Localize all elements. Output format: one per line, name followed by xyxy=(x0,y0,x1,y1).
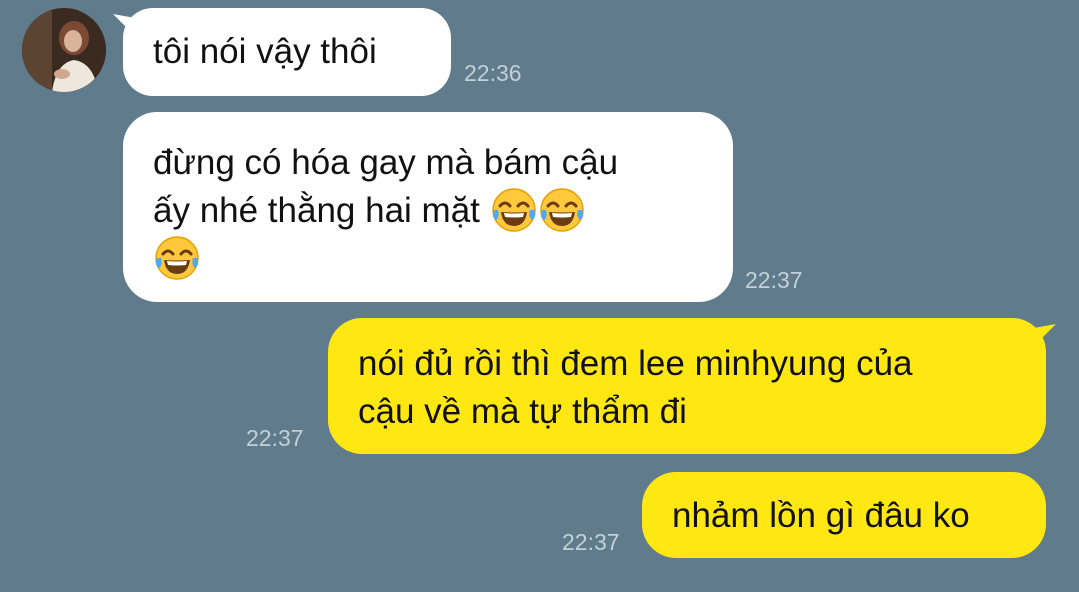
bubble-tail xyxy=(113,14,135,32)
message-text-line: đừng có hóa gay mà bám cậu xyxy=(153,143,619,182)
message-text: tôi nói vậy thôi xyxy=(153,32,377,71)
message-bubble-outgoing[interactable]: nói đủ rồi thì đem lee minhyung của cậu … xyxy=(328,318,1056,454)
message-timestamp: 22:37 xyxy=(246,425,304,451)
bubble-tail xyxy=(1034,324,1056,342)
contact-avatar[interactable] xyxy=(22,8,106,92)
message-text-line: nói đủ rồi thì đem lee minhyung của xyxy=(358,344,913,383)
message-text-line: cậu về mà tự thẩm đi xyxy=(358,392,687,431)
face-with-tears-of-joy-icon xyxy=(153,234,201,282)
message-text-line: ấy nhé thằng hai mặt xyxy=(153,191,480,230)
message-timestamp: 22:37 xyxy=(745,267,803,293)
message-bubble-incoming[interactable]: tôi nói vậy thôi xyxy=(113,8,451,96)
message-timestamp: 22:36 xyxy=(464,60,522,86)
message-bubble-incoming[interactable]: đừng có hóa gay mà bám cậu ấy nhé thằng … xyxy=(123,112,733,302)
message-bubble-outgoing[interactable]: nhảm lồn gì đâu ko xyxy=(642,472,1046,558)
avatar-photo xyxy=(22,8,106,92)
face-with-tears-of-joy-icon xyxy=(538,186,586,234)
face-with-tears-of-joy-icon xyxy=(490,186,538,234)
message-timestamp: 22:37 xyxy=(562,529,620,555)
message-text: nhảm lồn gì đâu ko xyxy=(672,496,970,535)
